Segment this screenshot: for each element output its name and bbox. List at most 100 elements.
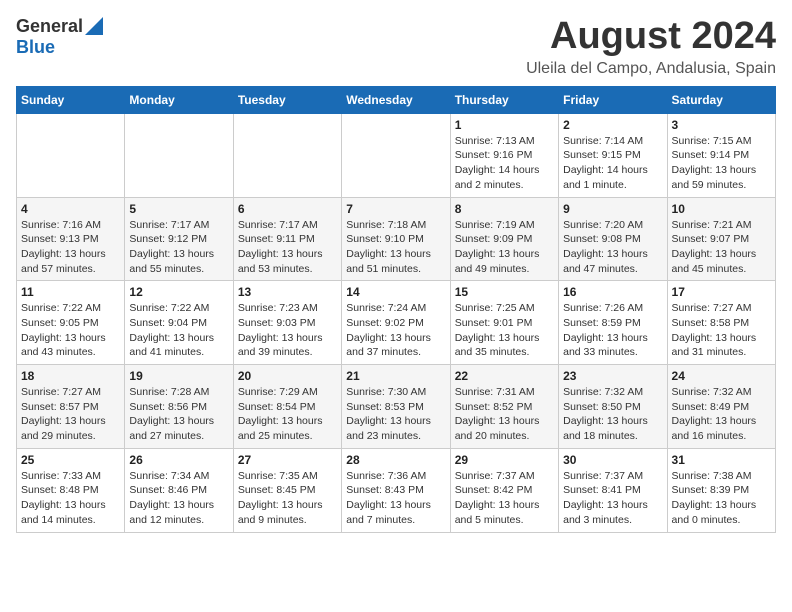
day-info: Sunrise: 7:32 AM Sunset: 8:49 PM Dayligh…	[672, 385, 771, 444]
calendar-cell: 12 Sunrise: 7:22 AM Sunset: 9:04 PM Dayli…	[125, 281, 233, 365]
calendar-cell	[342, 113, 450, 197]
calendar-cell: 27Sunrise: 7:35 AM Sunset: 8:45 PM Dayli…	[233, 448, 341, 532]
logo-general: General	[16, 16, 83, 37]
day-info: Sunrise: 7:16 AM Sunset: 9:13 PM Dayligh…	[21, 218, 120, 277]
calendar-cell: 25Sunrise: 7:33 AM Sunset: 8:48 PM Dayli…	[17, 448, 125, 532]
day-number: 2	[563, 118, 662, 132]
day-number: 11	[21, 285, 120, 299]
day-info: Sunrise: 7:31 AM Sunset: 8:52 PM Dayligh…	[455, 385, 554, 444]
day-info: Sunrise: 7:22 AM Sunset: 9:05 PM Dayligh…	[21, 301, 120, 360]
day-info: Sunrise: 7:17 AM Sunset: 9:12 PM Dayligh…	[129, 218, 228, 277]
day-info: Sunrise: 7:36 AM Sunset: 8:43 PM Dayligh…	[346, 469, 445, 528]
calendar-cell: 8 Sunrise: 7:19 AM Sunset: 9:09 PM Daylig…	[450, 197, 558, 281]
page-container: General Blue August 2024 Uleila del Camp…	[16, 16, 776, 533]
day-number: 5	[129, 202, 228, 216]
calendar-cell: 31 Sunrise: 7:38 AM Sunset: 8:39 PM Dayli…	[667, 448, 775, 532]
calendar-cell: 20Sunrise: 7:29 AM Sunset: 8:54 PM Dayli…	[233, 365, 341, 449]
day-info: Sunrise: 7:37 AM Sunset: 8:41 PM Dayligh…	[563, 469, 662, 528]
header-row: Sunday Monday Tuesday Wednesday Thursday…	[17, 86, 776, 113]
day-info: Sunrise: 7:32 AM Sunset: 8:50 PM Dayligh…	[563, 385, 662, 444]
calendar-cell: 15Sunrise: 7:25 AM Sunset: 9:01 PM Dayli…	[450, 281, 558, 365]
calendar-cell: 4 Sunrise: 7:16 AM Sunset: 9:13 PM Daylig…	[17, 197, 125, 281]
day-number: 14	[346, 285, 445, 299]
day-number: 28	[346, 453, 445, 467]
col-tuesday: Tuesday	[233, 86, 341, 113]
calendar-cell: 3Sunrise: 7:15 AM Sunset: 9:14 PM Daylig…	[667, 113, 775, 197]
calendar-cell: 2 Sunrise: 7:14 AM Sunset: 9:15 PM Daylig…	[559, 113, 667, 197]
day-number: 12	[129, 285, 228, 299]
day-info: Sunrise: 7:30 AM Sunset: 8:53 PM Dayligh…	[346, 385, 445, 444]
day-number: 7	[346, 202, 445, 216]
day-number: 17	[672, 285, 771, 299]
calendar-cell: 5 Sunrise: 7:17 AM Sunset: 9:12 PM Daylig…	[125, 197, 233, 281]
calendar-cell: 9Sunrise: 7:20 AM Sunset: 9:08 PM Daylig…	[559, 197, 667, 281]
day-info: Sunrise: 7:38 AM Sunset: 8:39 PM Dayligh…	[672, 469, 771, 528]
day-number: 27	[238, 453, 337, 467]
calendar-cell: 1Sunrise: 7:13 AM Sunset: 9:16 PM Daylig…	[450, 113, 558, 197]
col-sunday: Sunday	[17, 86, 125, 113]
day-number: 25	[21, 453, 120, 467]
day-info: Sunrise: 7:14 AM Sunset: 9:15 PM Dayligh…	[563, 134, 662, 193]
day-number: 6	[238, 202, 337, 216]
day-info: Sunrise: 7:21 AM Sunset: 9:07 PM Dayligh…	[672, 218, 771, 277]
calendar-cell: 28 Sunrise: 7:36 AM Sunset: 8:43 PM Dayli…	[342, 448, 450, 532]
day-info: Sunrise: 7:17 AM Sunset: 9:11 PM Dayligh…	[238, 218, 337, 277]
day-info: Sunrise: 7:26 AM Sunset: 8:59 PM Dayligh…	[563, 301, 662, 360]
calendar-week-5: 25Sunrise: 7:33 AM Sunset: 8:48 PM Dayli…	[17, 448, 776, 532]
calendar-week-3: 11 Sunrise: 7:22 AM Sunset: 9:05 PM Dayli…	[17, 281, 776, 365]
day-number: 21	[346, 369, 445, 383]
day-number: 13	[238, 285, 337, 299]
day-number: 3	[672, 118, 771, 132]
calendar-cell: 26Sunrise: 7:34 AM Sunset: 8:46 PM Dayli…	[125, 448, 233, 532]
calendar-cell: 13 Sunrise: 7:23 AM Sunset: 9:03 PM Dayli…	[233, 281, 341, 365]
day-info: Sunrise: 7:18 AM Sunset: 9:10 PM Dayligh…	[346, 218, 445, 277]
calendar-week-2: 4 Sunrise: 7:16 AM Sunset: 9:13 PM Daylig…	[17, 197, 776, 281]
day-number: 30	[563, 453, 662, 467]
day-number: 22	[455, 369, 554, 383]
calendar-cell: 24 Sunrise: 7:32 AM Sunset: 8:49 PM Dayli…	[667, 365, 775, 449]
calendar-cell: 30 Sunrise: 7:37 AM Sunset: 8:41 PM Dayli…	[559, 448, 667, 532]
day-info: Sunrise: 7:28 AM Sunset: 8:56 PM Dayligh…	[129, 385, 228, 444]
day-number: 4	[21, 202, 120, 216]
calendar-week-1: 1Sunrise: 7:13 AM Sunset: 9:16 PM Daylig…	[17, 113, 776, 197]
day-info: Sunrise: 7:19 AM Sunset: 9:09 PM Dayligh…	[455, 218, 554, 277]
day-info: Sunrise: 7:37 AM Sunset: 8:42 PM Dayligh…	[455, 469, 554, 528]
calendar-cell: 21 Sunrise: 7:30 AM Sunset: 8:53 PM Dayli…	[342, 365, 450, 449]
day-number: 1	[455, 118, 554, 132]
col-thursday: Thursday	[450, 86, 558, 113]
calendar-table: Sunday Monday Tuesday Wednesday Thursday…	[16, 86, 776, 533]
day-info: Sunrise: 7:27 AM Sunset: 8:57 PM Dayligh…	[21, 385, 120, 444]
calendar-cell: 11 Sunrise: 7:22 AM Sunset: 9:05 PM Dayli…	[17, 281, 125, 365]
day-number: 9	[563, 202, 662, 216]
day-info: Sunrise: 7:22 AM Sunset: 9:04 PM Dayligh…	[129, 301, 228, 360]
calendar-cell: 19 Sunrise: 7:28 AM Sunset: 8:56 PM Dayli…	[125, 365, 233, 449]
day-info: Sunrise: 7:34 AM Sunset: 8:46 PM Dayligh…	[129, 469, 228, 528]
calendar-cell: 6 Sunrise: 7:17 AM Sunset: 9:11 PM Daylig…	[233, 197, 341, 281]
calendar-cell: 29 Sunrise: 7:37 AM Sunset: 8:42 PM Dayli…	[450, 448, 558, 532]
col-wednesday: Wednesday	[342, 86, 450, 113]
col-monday: Monday	[125, 86, 233, 113]
day-number: 29	[455, 453, 554, 467]
day-number: 24	[672, 369, 771, 383]
day-number: 10	[672, 202, 771, 216]
day-number: 23	[563, 369, 662, 383]
logo-blue: Blue	[16, 37, 55, 57]
day-number: 16	[563, 285, 662, 299]
calendar-cell	[125, 113, 233, 197]
day-number: 18	[21, 369, 120, 383]
day-info: Sunrise: 7:24 AM Sunset: 9:02 PM Dayligh…	[346, 301, 445, 360]
day-number: 20	[238, 369, 337, 383]
calendar-cell	[233, 113, 341, 197]
calendar-title: August 2024	[526, 16, 776, 58]
day-number: 31	[672, 453, 771, 467]
day-number: 19	[129, 369, 228, 383]
calendar-cell: 16 Sunrise: 7:26 AM Sunset: 8:59 PM Dayli…	[559, 281, 667, 365]
calendar-cell: 23 Sunrise: 7:32 AM Sunset: 8:50 PM Dayli…	[559, 365, 667, 449]
header: General Blue August 2024 Uleila del Camp…	[16, 16, 776, 78]
calendar-cell: 22 Sunrise: 7:31 AM Sunset: 8:52 PM Dayli…	[450, 365, 558, 449]
day-number: 8	[455, 202, 554, 216]
calendar-cell: 10 Sunrise: 7:21 AM Sunset: 9:07 PM Dayli…	[667, 197, 775, 281]
calendar-cell: 7 Sunrise: 7:18 AM Sunset: 9:10 PM Daylig…	[342, 197, 450, 281]
day-info: Sunrise: 7:23 AM Sunset: 9:03 PM Dayligh…	[238, 301, 337, 360]
day-number: 15	[455, 285, 554, 299]
